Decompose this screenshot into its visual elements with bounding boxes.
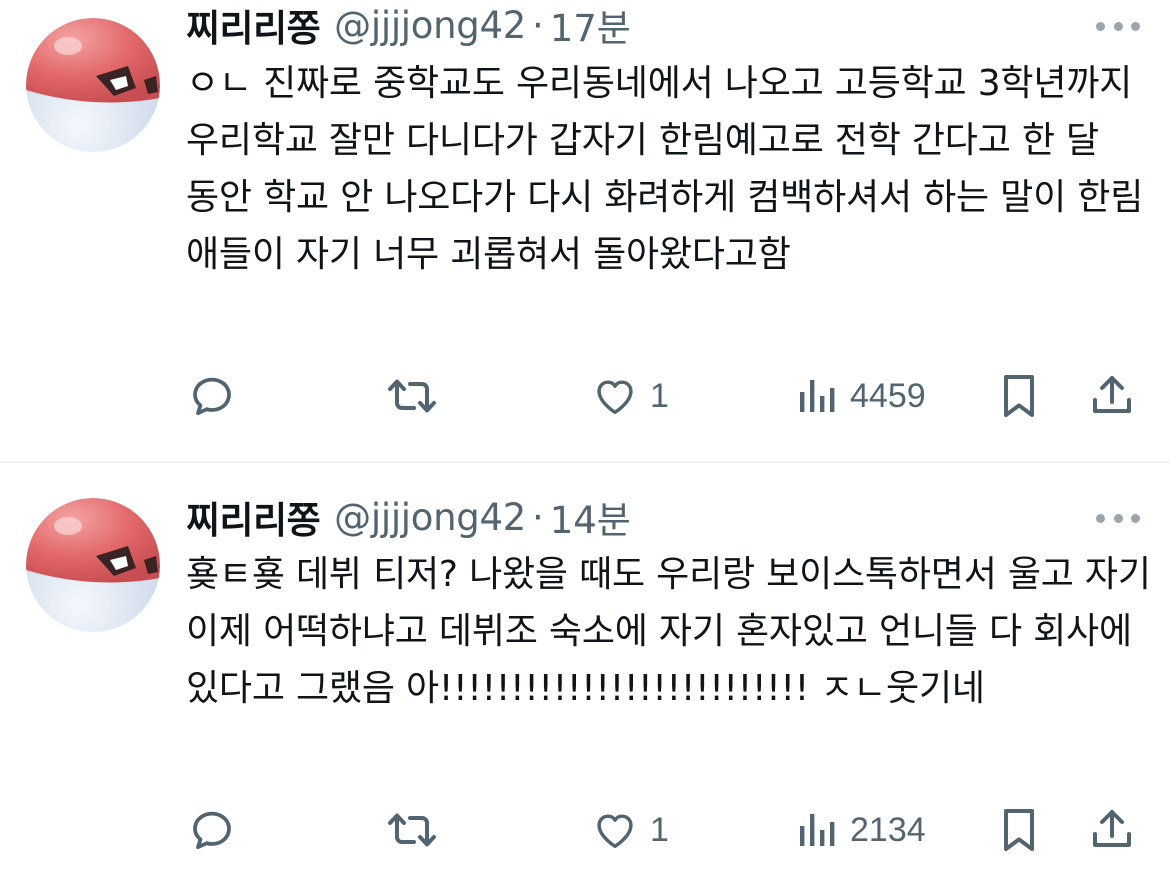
voltorb-avatar-icon <box>26 18 160 152</box>
voltorb-avatar-icon <box>26 498 160 632</box>
like-button[interactable]: 1 <box>592 371 669 421</box>
avatar[interactable] <box>26 18 160 152</box>
heart-icon <box>597 814 633 849</box>
tweet-text: ㅇㄴ 진짜로 중학교도 우리동네에서 나오고 고등학교 3학년까지 우리학교 잘… <box>186 63 1144 275</box>
tweet-actions: 1 2134 <box>186 805 1141 855</box>
timestamp[interactable]: 17분 <box>550 0 631 52</box>
retweet-button[interactable] <box>386 805 438 855</box>
display-name[interactable]: 찌리리쫑 <box>186 490 321 544</box>
user-handle[interactable]: @jjjjong42 <box>334 4 526 47</box>
separator-dot: · <box>531 495 544 539</box>
like-count: 1 <box>650 810 669 849</box>
avatar[interactable] <box>26 498 160 632</box>
like-button[interactable]: 1 <box>592 805 669 855</box>
like-count: 1 <box>650 376 669 415</box>
heart-icon <box>597 380 633 415</box>
tweet-header: 찌리리쫑 @jjjjong42 · 14분 <box>186 489 631 545</box>
view-count: 2134 <box>850 810 926 849</box>
reply-icon <box>193 377 231 416</box>
retweet-icon <box>388 379 436 413</box>
reply-button[interactable] <box>188 805 236 855</box>
timestamp[interactable]: 14분 <box>550 490 631 544</box>
tweet-text: 횾ㅌ횾 데뷔 티저? 나왔을 때도 우리랑 보이스톡하면서 울고 자기 이제 어… <box>186 554 1151 709</box>
share-icon <box>1093 376 1131 413</box>
retweet-button[interactable] <box>386 371 438 421</box>
bookmark-icon <box>1004 375 1034 417</box>
share-icon <box>1093 810 1131 847</box>
tweet-header: 찌리리쫑 @jjjjong42 · 17분 <box>186 0 631 53</box>
more-icon[interactable] <box>1096 16 1140 36</box>
reply-icon <box>193 811 231 850</box>
display-name[interactable]: 찌리리쫑 <box>186 0 321 52</box>
user-handle[interactable]: @jjjjong42 <box>334 496 526 539</box>
reply-button[interactable] <box>188 371 236 421</box>
bookmark-icon <box>1004 809 1034 851</box>
views-icon <box>800 380 835 412</box>
tweet-actions: 1 4459 <box>186 371 1141 421</box>
more-icon[interactable] <box>1096 508 1140 528</box>
tweet[interactable]: 찌리리쫑 @jjjjong42 · 17분 ㅇㄴ 진짜로 중학교도 우리동네에서… <box>0 0 1170 462</box>
bookmark-button[interactable] <box>998 805 1040 855</box>
views-icon <box>800 814 835 846</box>
share-button[interactable] <box>1088 805 1136 855</box>
tweet[interactable]: 찌리리쫑 @jjjjong42 · 14분 횾ㅌ횾 데뷔 티저? 나왔을 때도 … <box>0 462 1170 880</box>
views-button[interactable]: 4459 <box>798 371 926 421</box>
retweet-icon <box>388 813 436 847</box>
share-button[interactable] <box>1088 371 1136 421</box>
separator-dot: · <box>531 3 544 47</box>
bookmark-button[interactable] <box>998 371 1040 421</box>
views-button[interactable]: 2134 <box>798 805 926 855</box>
view-count: 4459 <box>850 376 926 415</box>
